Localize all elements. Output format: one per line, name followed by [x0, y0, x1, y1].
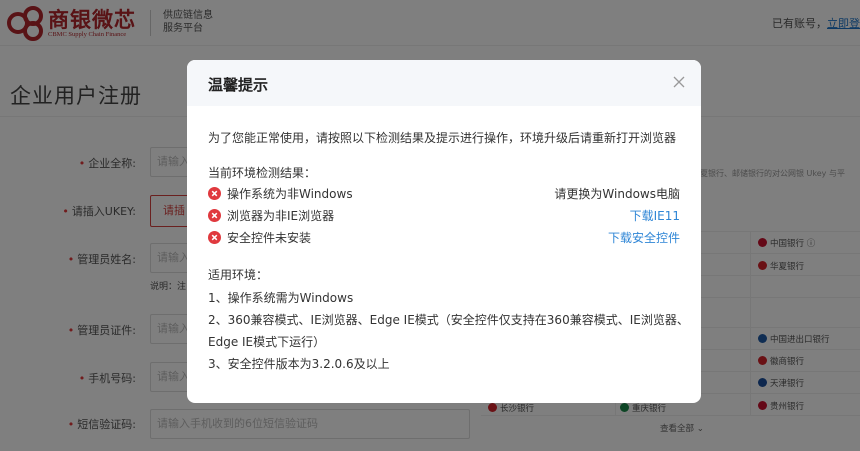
env-line: 2、360兼容模式、IE浏览器、Edge IE模式（安全控件仅支持在360兼容模… [208, 313, 689, 327]
close-icon[interactable] [671, 74, 687, 90]
check-row-control: 安全控件未安装 下载安全控件 [208, 229, 680, 247]
env-line: 3、安全控件版本为3.2.0.6及以上 [208, 357, 390, 371]
check-text: 浏览器为非IE浏览器 [227, 209, 335, 223]
modal-intro: 为了您能正常使用，请按照以下检测结果及提示进行操作，环境升级后请重新打开浏览器 [208, 131, 677, 145]
modal-header: 温馨提示 [187, 60, 701, 106]
download-security-control-link[interactable]: 下载安全控件 [608, 229, 680, 246]
check-text: 安全控件未安装 [227, 231, 312, 245]
notice-modal: 温馨提示 为了您能正常使用，请按照以下检测结果及提示进行操作，环境升级后请重新打… [187, 60, 701, 403]
env-line: Edge IE模式下运行） [208, 335, 326, 349]
check-result-heading: 当前环境检测结果： [208, 166, 317, 180]
env-line: 1、操作系统需为Windows [208, 291, 354, 305]
check-row-browser: 浏览器为非IE浏览器 下载IE11 [208, 207, 680, 225]
modal-title: 温馨提示 [208, 76, 269, 94]
check-action-os: 请更换为Windows电脑 [554, 187, 680, 201]
error-circle-icon [208, 231, 221, 244]
check-text: 操作系统为非Windows [227, 187, 353, 201]
error-circle-icon [208, 187, 221, 200]
error-circle-icon [208, 209, 221, 222]
download-ie11-link[interactable]: 下载IE11 [630, 207, 680, 224]
check-row-os: 操作系统为非Windows 请更换为Windows电脑 [208, 185, 680, 203]
env-heading: 适用环境： [208, 268, 269, 282]
